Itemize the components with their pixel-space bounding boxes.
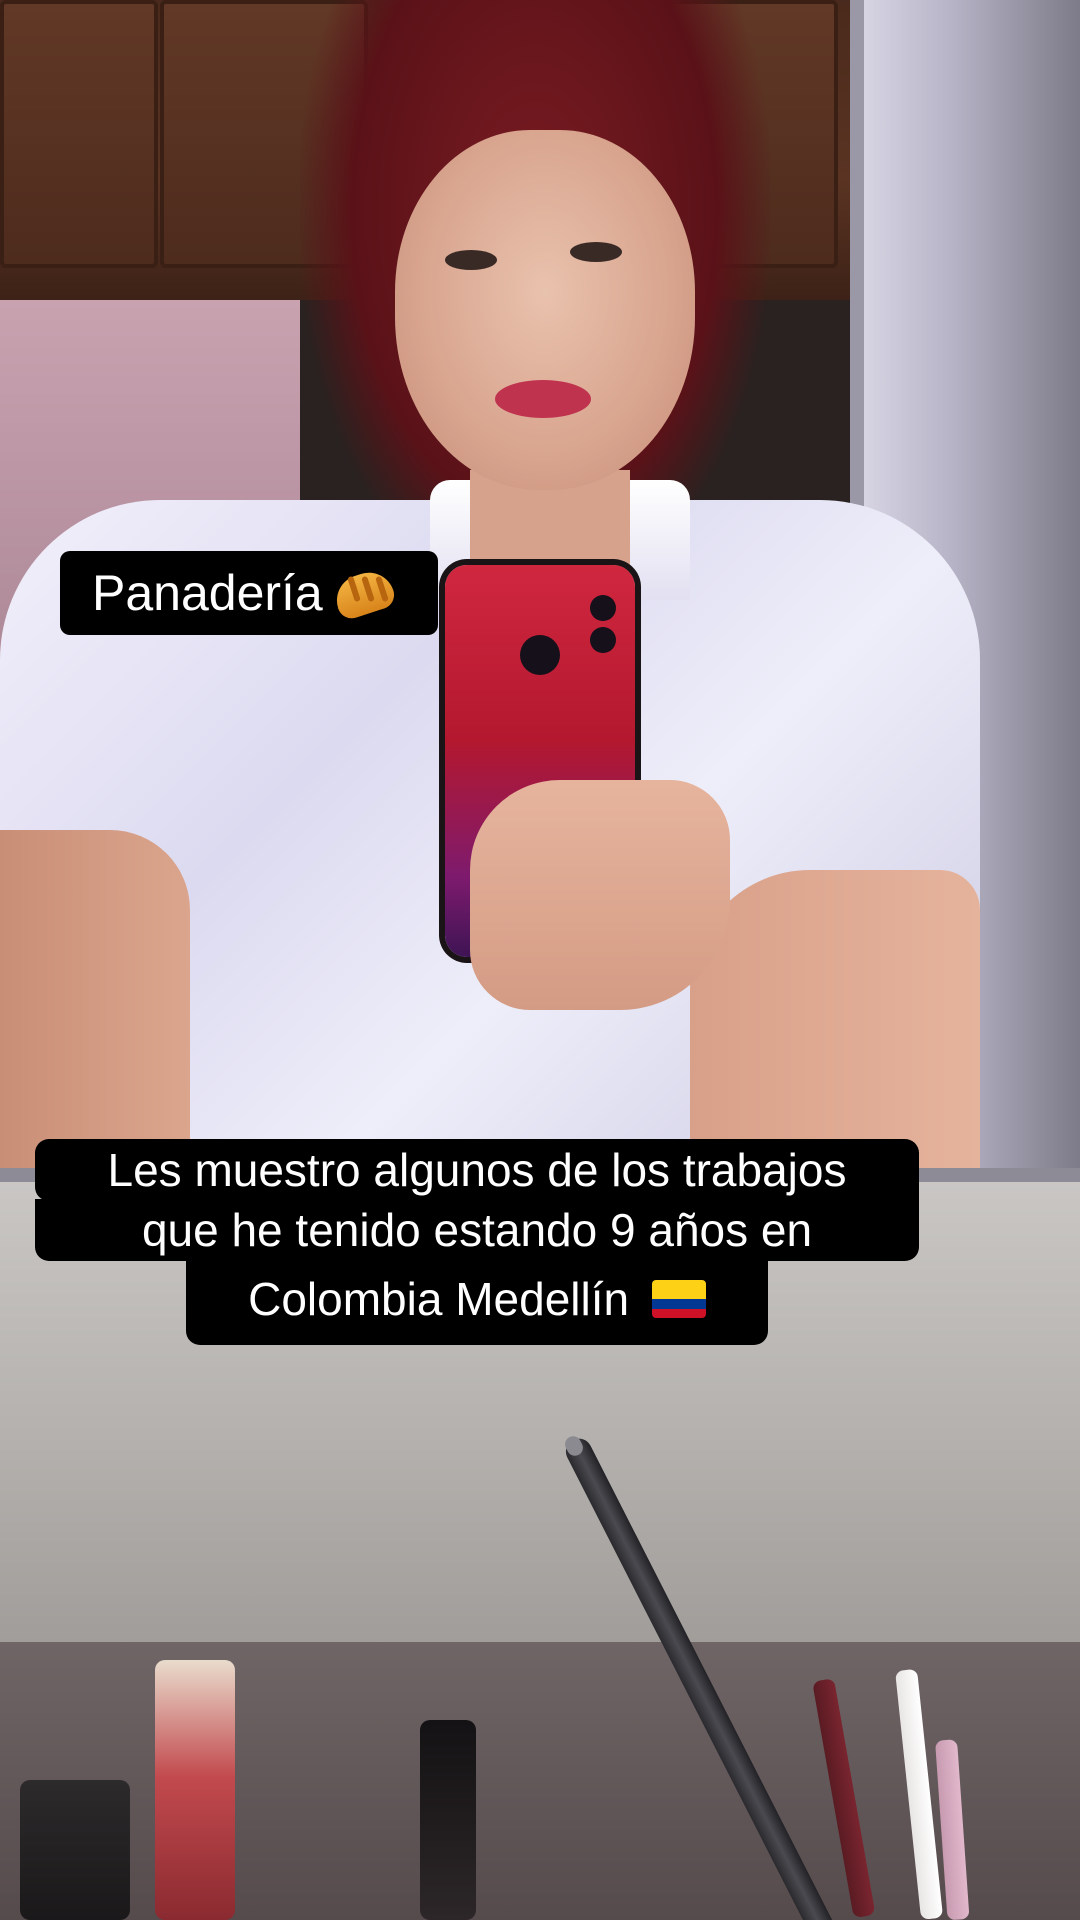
cosmetic-jar xyxy=(20,1780,130,1920)
caption-line-1-bg: Les muestro algunos de los trabajos xyxy=(35,1139,919,1201)
caption-line-3: Colombia Medellín xyxy=(248,1273,630,1325)
cosmetic-bottle xyxy=(155,1660,235,1920)
caption-line-2: que he tenido estando 9 años en xyxy=(141,1204,813,1256)
face xyxy=(395,130,695,490)
croissant-icon xyxy=(329,566,398,622)
hand xyxy=(470,780,730,1010)
story-frame: Panadería Les muestro algunos de los tra… xyxy=(0,0,1080,1920)
cosmetic-tube xyxy=(420,1720,476,1920)
left-arm xyxy=(0,830,190,1180)
caption-line-2-bg: que he tenido estando 9 años en xyxy=(35,1199,919,1261)
tag-label: Panadería xyxy=(92,565,323,621)
caption-line-3-bg: Colombia Medellín xyxy=(186,1259,768,1345)
right-arm xyxy=(690,870,980,1180)
location-tag: Panadería xyxy=(60,551,438,635)
caption-line-1: Les muestro algunos de los trabajos xyxy=(107,1144,847,1196)
colombia-flag-icon xyxy=(651,1279,706,1318)
